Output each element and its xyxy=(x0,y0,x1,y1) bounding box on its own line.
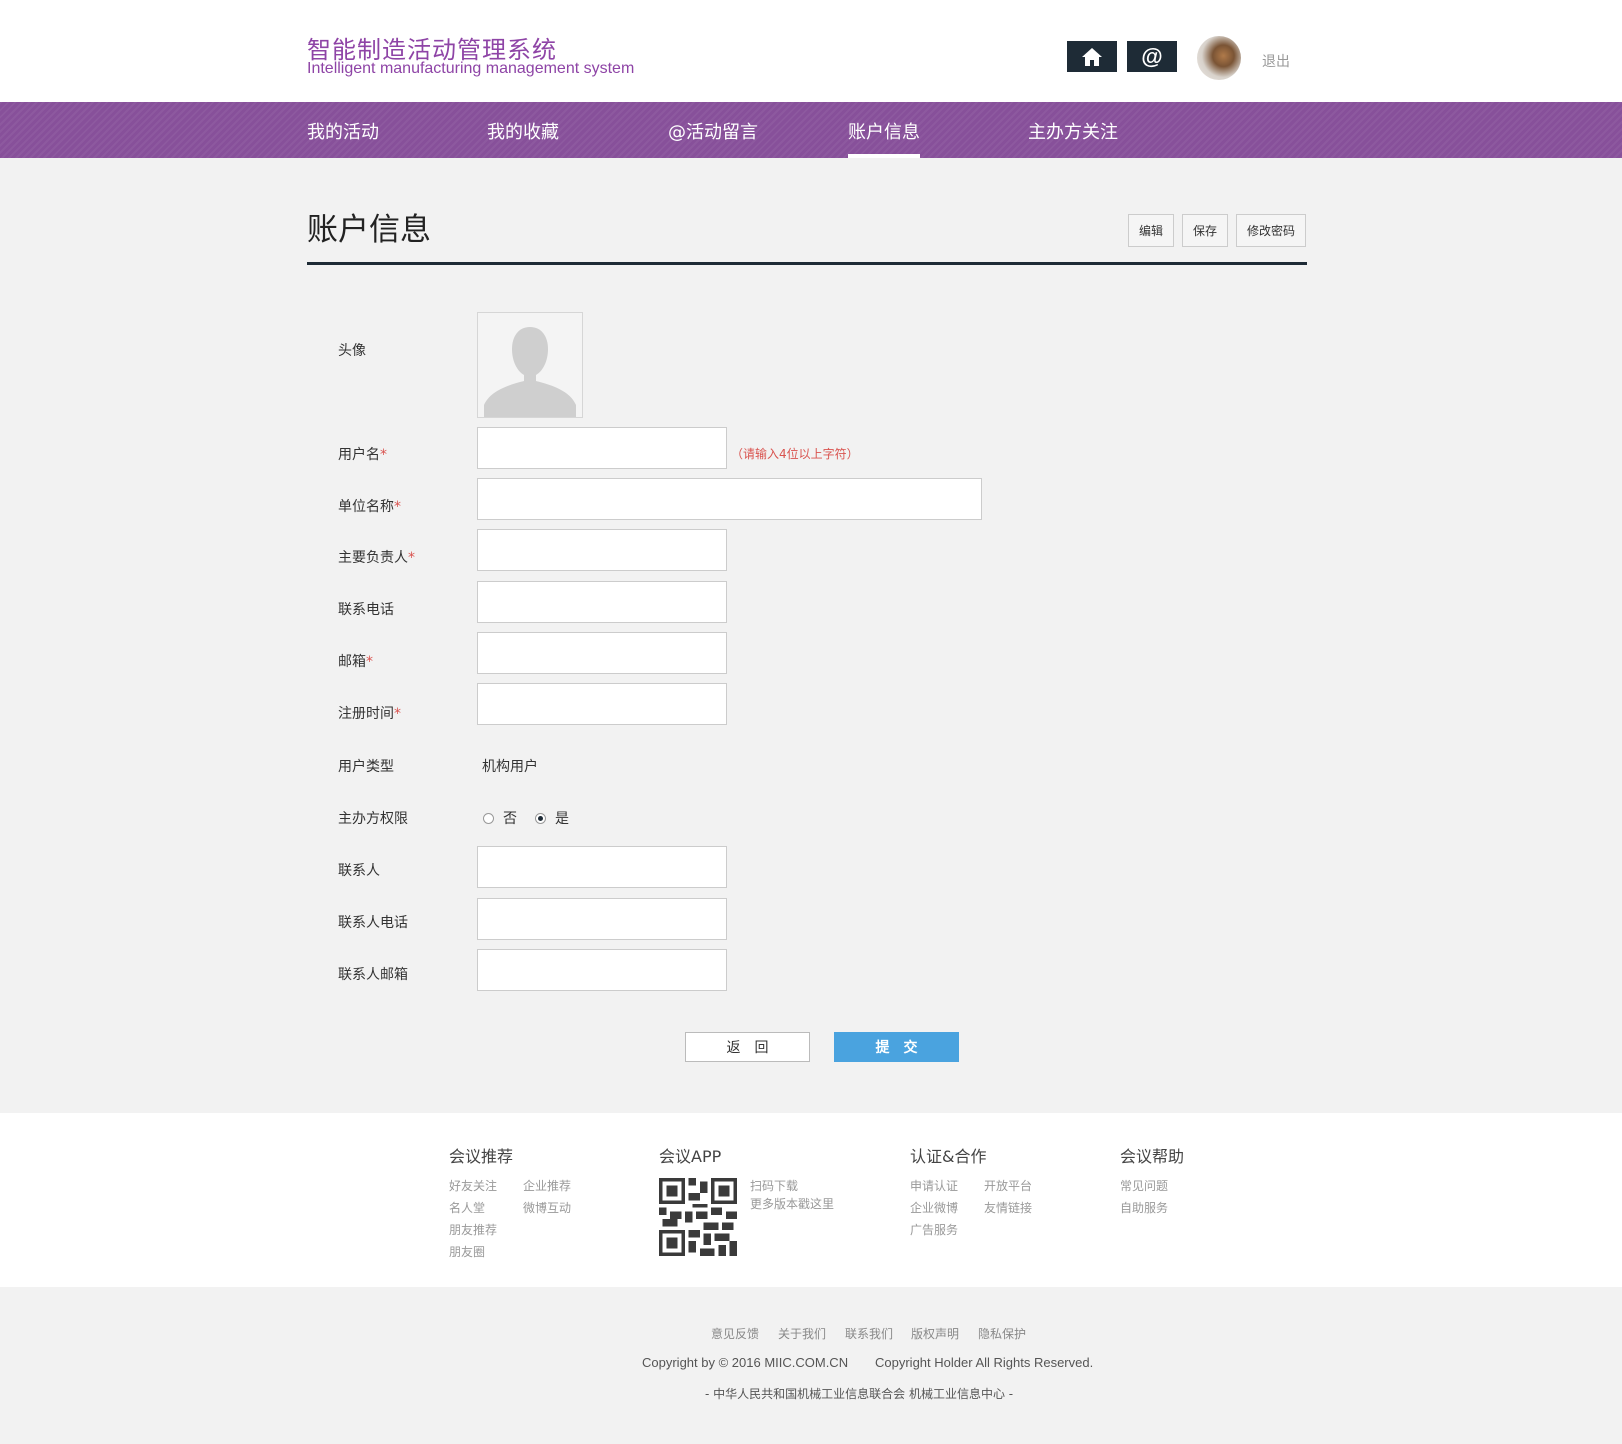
nav-item-host-follow[interactable]: 主办方关注 xyxy=(1028,118,1118,144)
contact-input[interactable] xyxy=(477,846,727,888)
host-permission-yes-option[interactable]: 是 xyxy=(535,808,569,828)
phone-label: 联系电话 xyxy=(338,602,394,618)
footer-link-friend-circle[interactable]: 朋友圈 xyxy=(449,1243,485,1260)
qr-code-icon xyxy=(659,1178,737,1256)
edit-button[interactable]: 编辑 xyxy=(1128,214,1174,247)
phone-input[interactable] xyxy=(477,581,727,623)
user-type-label: 用户类型 xyxy=(338,759,394,775)
contact-phone-label: 联系人电话 xyxy=(338,915,408,931)
footer-link-apply-cert[interactable]: 申请认证 xyxy=(910,1177,958,1194)
footer-cooperation-title: 认证&合作 xyxy=(910,1147,987,1166)
register-time-label: 注册时间* xyxy=(338,706,401,722)
register-time-input[interactable] xyxy=(477,683,727,725)
nav-item-account-info[interactable]: 账户信息 xyxy=(848,118,920,158)
footer-app-scan-download[interactable]: 扫码下载 xyxy=(750,1177,798,1194)
page-title: 账户信息 xyxy=(307,212,431,248)
footer-link-enterprise-weibo[interactable]: 企业微博 xyxy=(910,1199,958,1216)
home-button[interactable] xyxy=(1067,41,1117,72)
footer-link-self-service[interactable]: 自助服务 xyxy=(1120,1199,1168,1216)
contact-email-label: 联系人邮箱 xyxy=(338,967,408,983)
username-label: 用户名* xyxy=(338,447,387,463)
save-button[interactable]: 保存 xyxy=(1182,214,1228,247)
header: 智能制造活动管理系统 Intelligent manufacturing man… xyxy=(0,0,1622,102)
main-nav: 我的活动 我的收藏 @活动留言 账户信息 主办方关注 xyxy=(0,102,1622,158)
principal-input[interactable] xyxy=(477,529,727,571)
home-icon xyxy=(1082,47,1102,66)
footer-help-title: 会议帮助 xyxy=(1120,1147,1185,1166)
footer-app-more-versions[interactable]: 更多版本戳这里 xyxy=(750,1195,834,1212)
footer-link-copyright[interactable]: 版权声明 xyxy=(911,1325,959,1342)
username-hint: （请输入4位以上字符） xyxy=(731,447,859,461)
footer-link-ad-service[interactable]: 广告服务 xyxy=(910,1221,958,1238)
footer-link-friend-follow[interactable]: 好友关注 xyxy=(449,1177,497,1194)
host-permission-no-option[interactable]: 否 xyxy=(483,808,517,828)
footer-recommend-title: 会议推荐 xyxy=(449,1147,514,1166)
footer-link-privacy[interactable]: 隐私保护 xyxy=(978,1325,1026,1342)
footer-app-title: 会议APP xyxy=(659,1147,722,1166)
contact-phone-input[interactable] xyxy=(477,898,727,940)
radio-no[interactable] xyxy=(483,812,494,824)
org-name-label: 单位名称* xyxy=(338,499,401,515)
user-type-value: 机构用户 xyxy=(482,759,538,775)
footer-link-friend-recommend[interactable]: 朋友推荐 xyxy=(449,1221,497,1238)
org-name-input[interactable] xyxy=(477,478,982,520)
footer-link-hall-of-fame[interactable]: 名人堂 xyxy=(449,1199,485,1216)
contact-email-input[interactable] xyxy=(477,949,727,991)
nav-item-my-activities[interactable]: 我的活动 xyxy=(307,118,379,144)
principal-label: 主要负责人* xyxy=(338,550,415,566)
nav-item-my-favorites[interactable]: 我的收藏 xyxy=(487,118,559,144)
submit-button[interactable]: 提交 xyxy=(834,1032,959,1062)
user-silhouette-icon xyxy=(478,313,582,417)
footer-link-about[interactable]: 关于我们 xyxy=(778,1325,826,1342)
avatar-upload[interactable] xyxy=(477,312,583,418)
footer-org-line: - 中华人民共和国机械工业信息联合会 机械工业信息中心 - xyxy=(705,1387,1014,1401)
title-divider xyxy=(307,262,1307,265)
footer-link-friendly-links[interactable]: 友情链接 xyxy=(984,1199,1032,1216)
footer-link-faq[interactable]: 常见问题 xyxy=(1120,1177,1168,1194)
logout-link[interactable]: 退出 xyxy=(1262,51,1290,71)
footer-link-weibo-interact[interactable]: 微博互动 xyxy=(523,1199,571,1216)
footer-link-feedback[interactable]: 意见反馈 xyxy=(711,1325,759,1342)
brand-subtitle: Intelligent manufacturing management sys… xyxy=(307,60,635,77)
change-password-button[interactable]: 修改密码 xyxy=(1236,214,1306,247)
footer-link-contact[interactable]: 联系我们 xyxy=(845,1325,893,1342)
copyright-left: Copyright by © 2016 MIIC.COM.CN xyxy=(642,1355,849,1370)
copyright-right: Copyright Holder All Rights Reserved. xyxy=(875,1355,1094,1370)
at-icon: @ xyxy=(1141,43,1163,69)
email-label: 邮箱* xyxy=(338,654,373,670)
footer-link-enterprise-recommend[interactable]: 企业推荐 xyxy=(523,1177,571,1194)
nav-item-activity-messages[interactable]: @活动留言 xyxy=(668,118,758,144)
host-permission-label: 主办方权限 xyxy=(338,811,408,827)
contact-label: 联系人 xyxy=(338,863,380,879)
user-avatar[interactable] xyxy=(1197,36,1241,80)
username-input[interactable] xyxy=(477,427,727,469)
mentions-button[interactable]: @ xyxy=(1127,41,1177,72)
radio-yes[interactable] xyxy=(535,812,546,824)
avatar-label: 头像 xyxy=(338,343,366,359)
back-button[interactable]: 返回 xyxy=(685,1032,810,1062)
footer-link-open-platform[interactable]: 开放平台 xyxy=(984,1177,1032,1194)
email-input[interactable] xyxy=(477,632,727,674)
